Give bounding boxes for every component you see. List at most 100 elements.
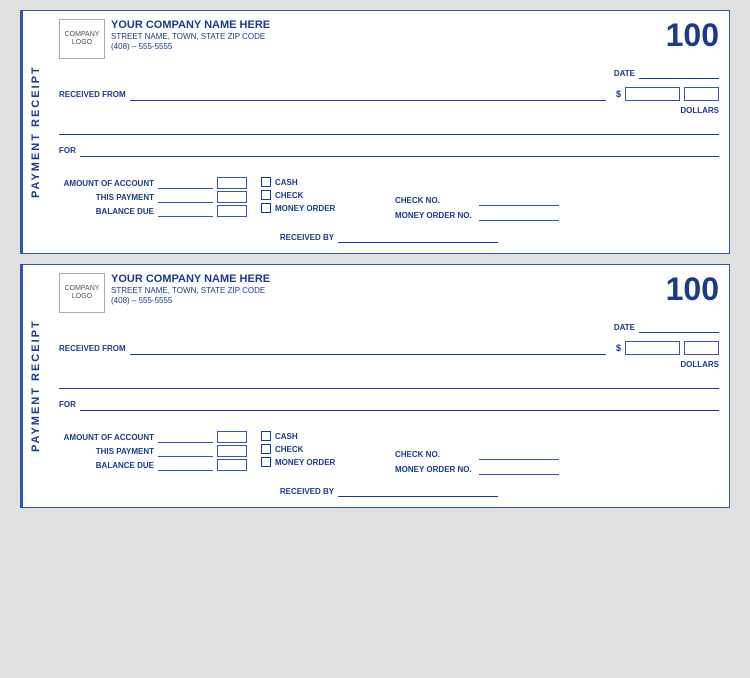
received-from-row-1: RECEIVED FROM $ [59, 87, 719, 101]
cash-row-1: CASH [261, 177, 381, 187]
balance-due-field-3[interactable] [158, 459, 213, 471]
receipt-2: PAYMENT RECEIPT COMPANY LOGO YOUR COMPAN… [20, 264, 730, 508]
company-block-1: COMPANY LOGO YOUR COMPANY NAME HERE STRE… [59, 19, 270, 59]
dollar-sign-2: $ [616, 343, 621, 353]
money-order-checkbox-2[interactable] [261, 457, 271, 467]
for-row-2: FOR [59, 397, 719, 411]
account-row-payment-1: THIS PAYMENT [59, 191, 247, 203]
spacer-2 [59, 415, 719, 421]
receipt-number-2: 100 [666, 273, 719, 305]
for-label-1: FOR [59, 146, 76, 155]
account-row-amount-2: AMOUNT OF ACCOUNT [59, 431, 247, 443]
amount-of-account-label-2: AMOUNT OF ACCOUNT [59, 433, 154, 442]
cash-label-1: CASH [275, 178, 298, 187]
balance-due-field-1[interactable] [158, 205, 213, 217]
this-payment-field-1[interactable] [158, 191, 213, 203]
money-order-label-1: MONEY ORDER [275, 204, 335, 213]
payment-types-1: CASH CHECK MONEY ORDER [261, 177, 381, 213]
for-row-1: FOR [59, 143, 719, 157]
money-order-no-row-1: MONEY ORDER NO. [395, 209, 559, 221]
company-phone-1: (408) – 555-5555 [111, 42, 270, 51]
check-row-2: CHECK [261, 444, 381, 454]
company-address-2: STREET NAME, TOWN, STATE ZIP CODE [111, 286, 270, 295]
date-field-1[interactable] [639, 67, 719, 79]
money-order-no-label-1: MONEY ORDER NO. [395, 211, 475, 220]
check-label-1: CHECK [275, 191, 303, 200]
receipt-body-2: COMPANY LOGO YOUR COMPANY NAME HERE STRE… [49, 265, 729, 507]
amount-of-account-field2-1[interactable] [217, 177, 247, 189]
company-name-2: YOUR COMPANY NAME HERE [111, 273, 270, 285]
received-from-row-2: RECEIVED FROM $ [59, 341, 719, 355]
check-no-field-1[interactable] [479, 194, 559, 206]
dollars-row-2: DOLLARS [59, 359, 719, 369]
money-order-no-field-2[interactable] [479, 463, 559, 475]
received-by-label-2: RECEIVED BY [280, 487, 334, 496]
receipt-1: PAYMENT RECEIPT COMPANY LOGO YOUR COMPAN… [20, 10, 730, 254]
money-order-no-label-2: MONEY ORDER NO. [395, 465, 475, 474]
this-payment-field-3[interactable] [158, 445, 213, 457]
received-from-label-1: RECEIVED FROM [59, 90, 126, 99]
cash-checkbox-2[interactable] [261, 431, 271, 441]
receipt-number-1: 100 [666, 19, 719, 51]
amount-of-account-label-1: AMOUNT OF ACCOUNT [59, 179, 154, 188]
received-by-row-1: RECEIVED BY [59, 231, 719, 243]
receipt-body-1: COMPANY LOGO YOUR COMPANY NAME HERE STRE… [49, 11, 729, 253]
dollars-label-2: DOLLARS [680, 360, 719, 369]
check-no-label-1: CHECK NO. [395, 196, 475, 205]
money-order-row-2: MONEY ORDER [261, 457, 381, 467]
money-order-checkbox-1[interactable] [261, 203, 271, 213]
balance-due-field4[interactable] [217, 459, 247, 471]
account-table-2: AMOUNT OF ACCOUNT THIS PAYMENT BALANCE D… [59, 431, 247, 471]
cash-checkbox-1[interactable] [261, 177, 271, 187]
company-info-2: YOUR COMPANY NAME HERE STREET NAME, TOWN… [111, 273, 270, 305]
check-spacer-1 [395, 177, 559, 191]
check-no-label-2: CHECK NO. [395, 450, 475, 459]
account-table-1: AMOUNT OF ACCOUNT THIS PAYMENT BALANCE D… [59, 177, 247, 217]
date-label-2: DATE [614, 323, 635, 332]
this-payment-label-1: THIS PAYMENT [59, 193, 154, 202]
this-payment-field2-1[interactable] [217, 191, 247, 203]
second-line-row-2 [59, 375, 719, 389]
money-order-no-field-1[interactable] [479, 209, 559, 221]
received-by-label-1: RECEIVED BY [280, 233, 334, 242]
received-by-field-1[interactable] [338, 231, 498, 243]
cash-label-2: CASH [275, 432, 298, 441]
received-from-label-2: RECEIVED FROM [59, 344, 126, 353]
payment-types-2: CASH CHECK MONEY ORDER [261, 431, 381, 467]
header-row-1: COMPANY LOGO YOUR COMPANY NAME HERE STRE… [59, 19, 719, 59]
logo-box-2: COMPANY LOGO [59, 273, 105, 313]
for-field-1[interactable] [80, 143, 719, 157]
this-payment-field4[interactable] [217, 445, 247, 457]
second-underline-2[interactable] [59, 375, 719, 389]
received-from-field-2[interactable] [130, 341, 606, 355]
amount-box2-1[interactable] [684, 87, 719, 101]
check-checkbox-2[interactable] [261, 444, 271, 454]
date-field-2[interactable] [639, 321, 719, 333]
balance-due-field2-1[interactable] [217, 205, 247, 217]
check-checkbox-1[interactable] [261, 190, 271, 200]
check-no-row-2: CHECK NO. [395, 448, 559, 460]
money-order-row-1: MONEY ORDER [261, 203, 381, 213]
amount-of-account-field4[interactable] [217, 431, 247, 443]
details-section-2: AMOUNT OF ACCOUNT THIS PAYMENT BALANCE D… [59, 431, 719, 475]
amount-box-1[interactable] [625, 87, 680, 101]
for-field-2[interactable] [80, 397, 719, 411]
amount-of-account-field-3[interactable] [158, 431, 213, 443]
account-row-payment-2: THIS PAYMENT [59, 445, 247, 457]
amount-box-2[interactable] [625, 341, 680, 355]
date-label-1: DATE [614, 69, 635, 78]
received-from-field-1[interactable] [130, 87, 606, 101]
company-block-2: COMPANY LOGO YOUR COMPANY NAME HERE STRE… [59, 273, 270, 313]
check-no-field-2[interactable] [479, 448, 559, 460]
amount-box2-2[interactable] [684, 341, 719, 355]
received-by-field-2[interactable] [338, 485, 498, 497]
money-order-no-row-2: MONEY ORDER NO. [395, 463, 559, 475]
this-payment-label-2: THIS PAYMENT [59, 447, 154, 456]
dollars-label-1: DOLLARS [680, 106, 719, 115]
cash-row-2: CASH [261, 431, 381, 441]
company-address-1: STREET NAME, TOWN, STATE ZIP CODE [111, 32, 270, 41]
amount-of-account-field-1[interactable] [158, 177, 213, 189]
header-row-2: COMPANY LOGO YOUR COMPANY NAME HERE STRE… [59, 273, 719, 313]
account-row-amount-1: AMOUNT OF ACCOUNT [59, 177, 247, 189]
second-underline-1[interactable] [59, 121, 719, 135]
